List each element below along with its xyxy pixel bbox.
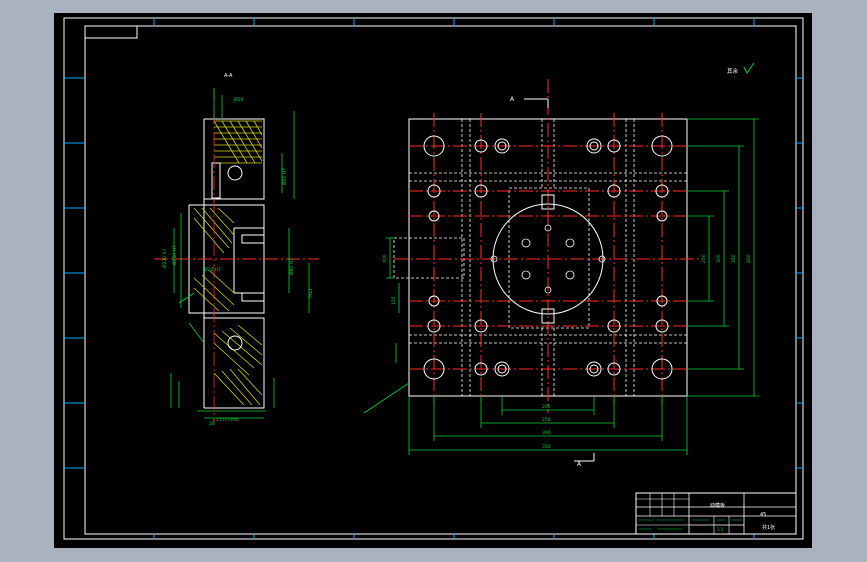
roughness-note: 其余 bbox=[727, 67, 739, 75]
cad-drawing: Ø230 h7 Ø160 H7 Ø80 H7 Ø20 H7 25 H7/m6 2… bbox=[63, 17, 804, 540]
dim-bottom-2: 250 bbox=[542, 417, 551, 423]
svg-text:M12: M12 bbox=[308, 288, 314, 298]
svg-text:Ø230 h7: Ø230 h7 bbox=[161, 249, 168, 268]
dim-bottom-4: 350 bbox=[542, 444, 551, 450]
drawing-viewport[interactable]: Ø230 h7 Ø160 H7 Ø80 H7 Ø20 H7 25 H7/m6 2… bbox=[54, 13, 812, 548]
svg-text:25 H7/m6: 25 H7/m6 bbox=[216, 417, 238, 423]
svg-text:Ø80 H7: Ø80 H7 bbox=[288, 258, 295, 275]
title-block-material: 45 bbox=[760, 512, 766, 518]
title-block: 动模板 45 1:1 共1张 bbox=[635, 492, 797, 535]
dim-left-1: 100 bbox=[382, 254, 388, 263]
section-view: Ø230 h7 Ø160 H7 Ø80 H7 Ø20 H7 25 H7/m6 2… bbox=[154, 73, 319, 427]
title-block-name: 动模板 bbox=[710, 502, 725, 509]
inner-frame bbox=[84, 25, 797, 535]
dim-bottom-1: 200 bbox=[542, 404, 551, 410]
dim-left-2: 150 bbox=[391, 296, 397, 305]
svg-text:Ø20 H7: Ø20 H7 bbox=[204, 266, 221, 273]
dim-right-2: 300 bbox=[716, 254, 722, 263]
title-block-scale: 1:1 bbox=[717, 527, 724, 532]
plan-view: A A 200 250 300 350 250 300 350 400 100 … bbox=[363, 62, 759, 468]
svg-text:28: 28 bbox=[209, 421, 215, 427]
roughness-symbol bbox=[743, 62, 755, 74]
dim-right-3: 350 bbox=[731, 254, 737, 263]
dim-bottom-3: 300 bbox=[542, 430, 551, 436]
corner-box bbox=[84, 25, 138, 39]
dim-right-4: 400 bbox=[746, 254, 752, 263]
title-block-sheet: 共1张 bbox=[762, 524, 775, 531]
svg-text:Ø160 H7: Ø160 H7 bbox=[171, 245, 178, 265]
svg-text:Ø30: Ø30 bbox=[234, 96, 243, 103]
svg-text:Ø20 H7: Ø20 H7 bbox=[281, 168, 288, 185]
section-mark-top: A bbox=[510, 96, 515, 103]
dim-right-1: 250 bbox=[701, 254, 707, 263]
section-mark-bottom: A bbox=[577, 461, 582, 468]
section-label: A-A bbox=[224, 73, 233, 79]
